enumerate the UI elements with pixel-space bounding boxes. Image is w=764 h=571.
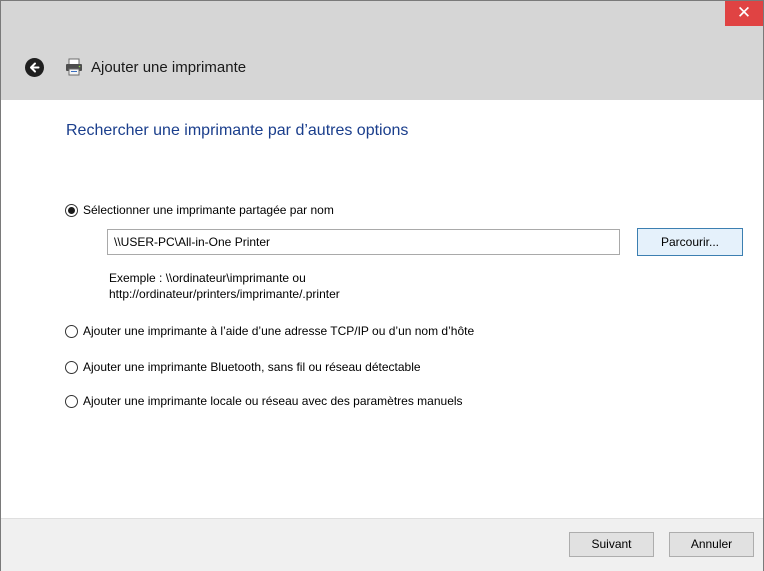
radio-button[interactable] (65, 203, 78, 217)
browse-button[interactable]: Parcourir... (637, 228, 743, 256)
option-bluetooth-wireless[interactable]: Ajouter une imprimante Bluetooth, sans f… (65, 359, 421, 375)
main-content: Rechercher une imprimante par d’autres o… (1, 100, 763, 518)
add-printer-window: ✕ Ajouter une imprimante Rechercher une … (0, 0, 764, 571)
cancel-button[interactable]: Annuler (669, 532, 754, 557)
example-line-2: http://ordinateur/printers/imprimante/.p… (109, 287, 340, 301)
radio-button[interactable] (65, 394, 78, 408)
close-icon: ✕ (736, 3, 752, 22)
option-tcpip-hostname[interactable]: Ajouter une imprimante à l’aide d’une ad… (65, 323, 474, 339)
option-label: Ajouter une imprimante Bluetooth, sans f… (83, 360, 421, 374)
printer-icon (66, 58, 82, 76)
example-text: Exemple : \\ordinateur\imprimante ou htt… (109, 270, 340, 302)
window-title: Ajouter une imprimante (91, 59, 247, 76)
option-select-shared-by-name[interactable]: Sélectionner une imprimante partagée par… (65, 202, 334, 218)
footer-bar: Suivant Annuler (1, 518, 763, 571)
next-button[interactable]: Suivant (569, 532, 654, 557)
example-line-1: Exemple : \\ordinateur\imprimante ou (109, 271, 306, 285)
shared-printer-path-input[interactable] (107, 229, 620, 255)
radio-button[interactable] (65, 360, 78, 374)
back-button[interactable] (25, 58, 44, 77)
option-local-manual[interactable]: Ajouter une imprimante locale ou réseau … (65, 393, 463, 409)
option-label: Ajouter une imprimante à l’aide d’une ad… (83, 324, 475, 338)
option-label: Ajouter une imprimante locale ou réseau … (83, 394, 463, 408)
title-bar: ✕ Ajouter une imprimante (1, 1, 763, 100)
close-button[interactable]: ✕ (725, 1, 763, 26)
back-arrow-icon (30, 62, 40, 73)
page-heading: Rechercher une imprimante par d’autres o… (66, 122, 409, 139)
option-label: Sélectionner une imprimante partagée par… (83, 203, 334, 217)
radio-button[interactable] (65, 324, 78, 338)
